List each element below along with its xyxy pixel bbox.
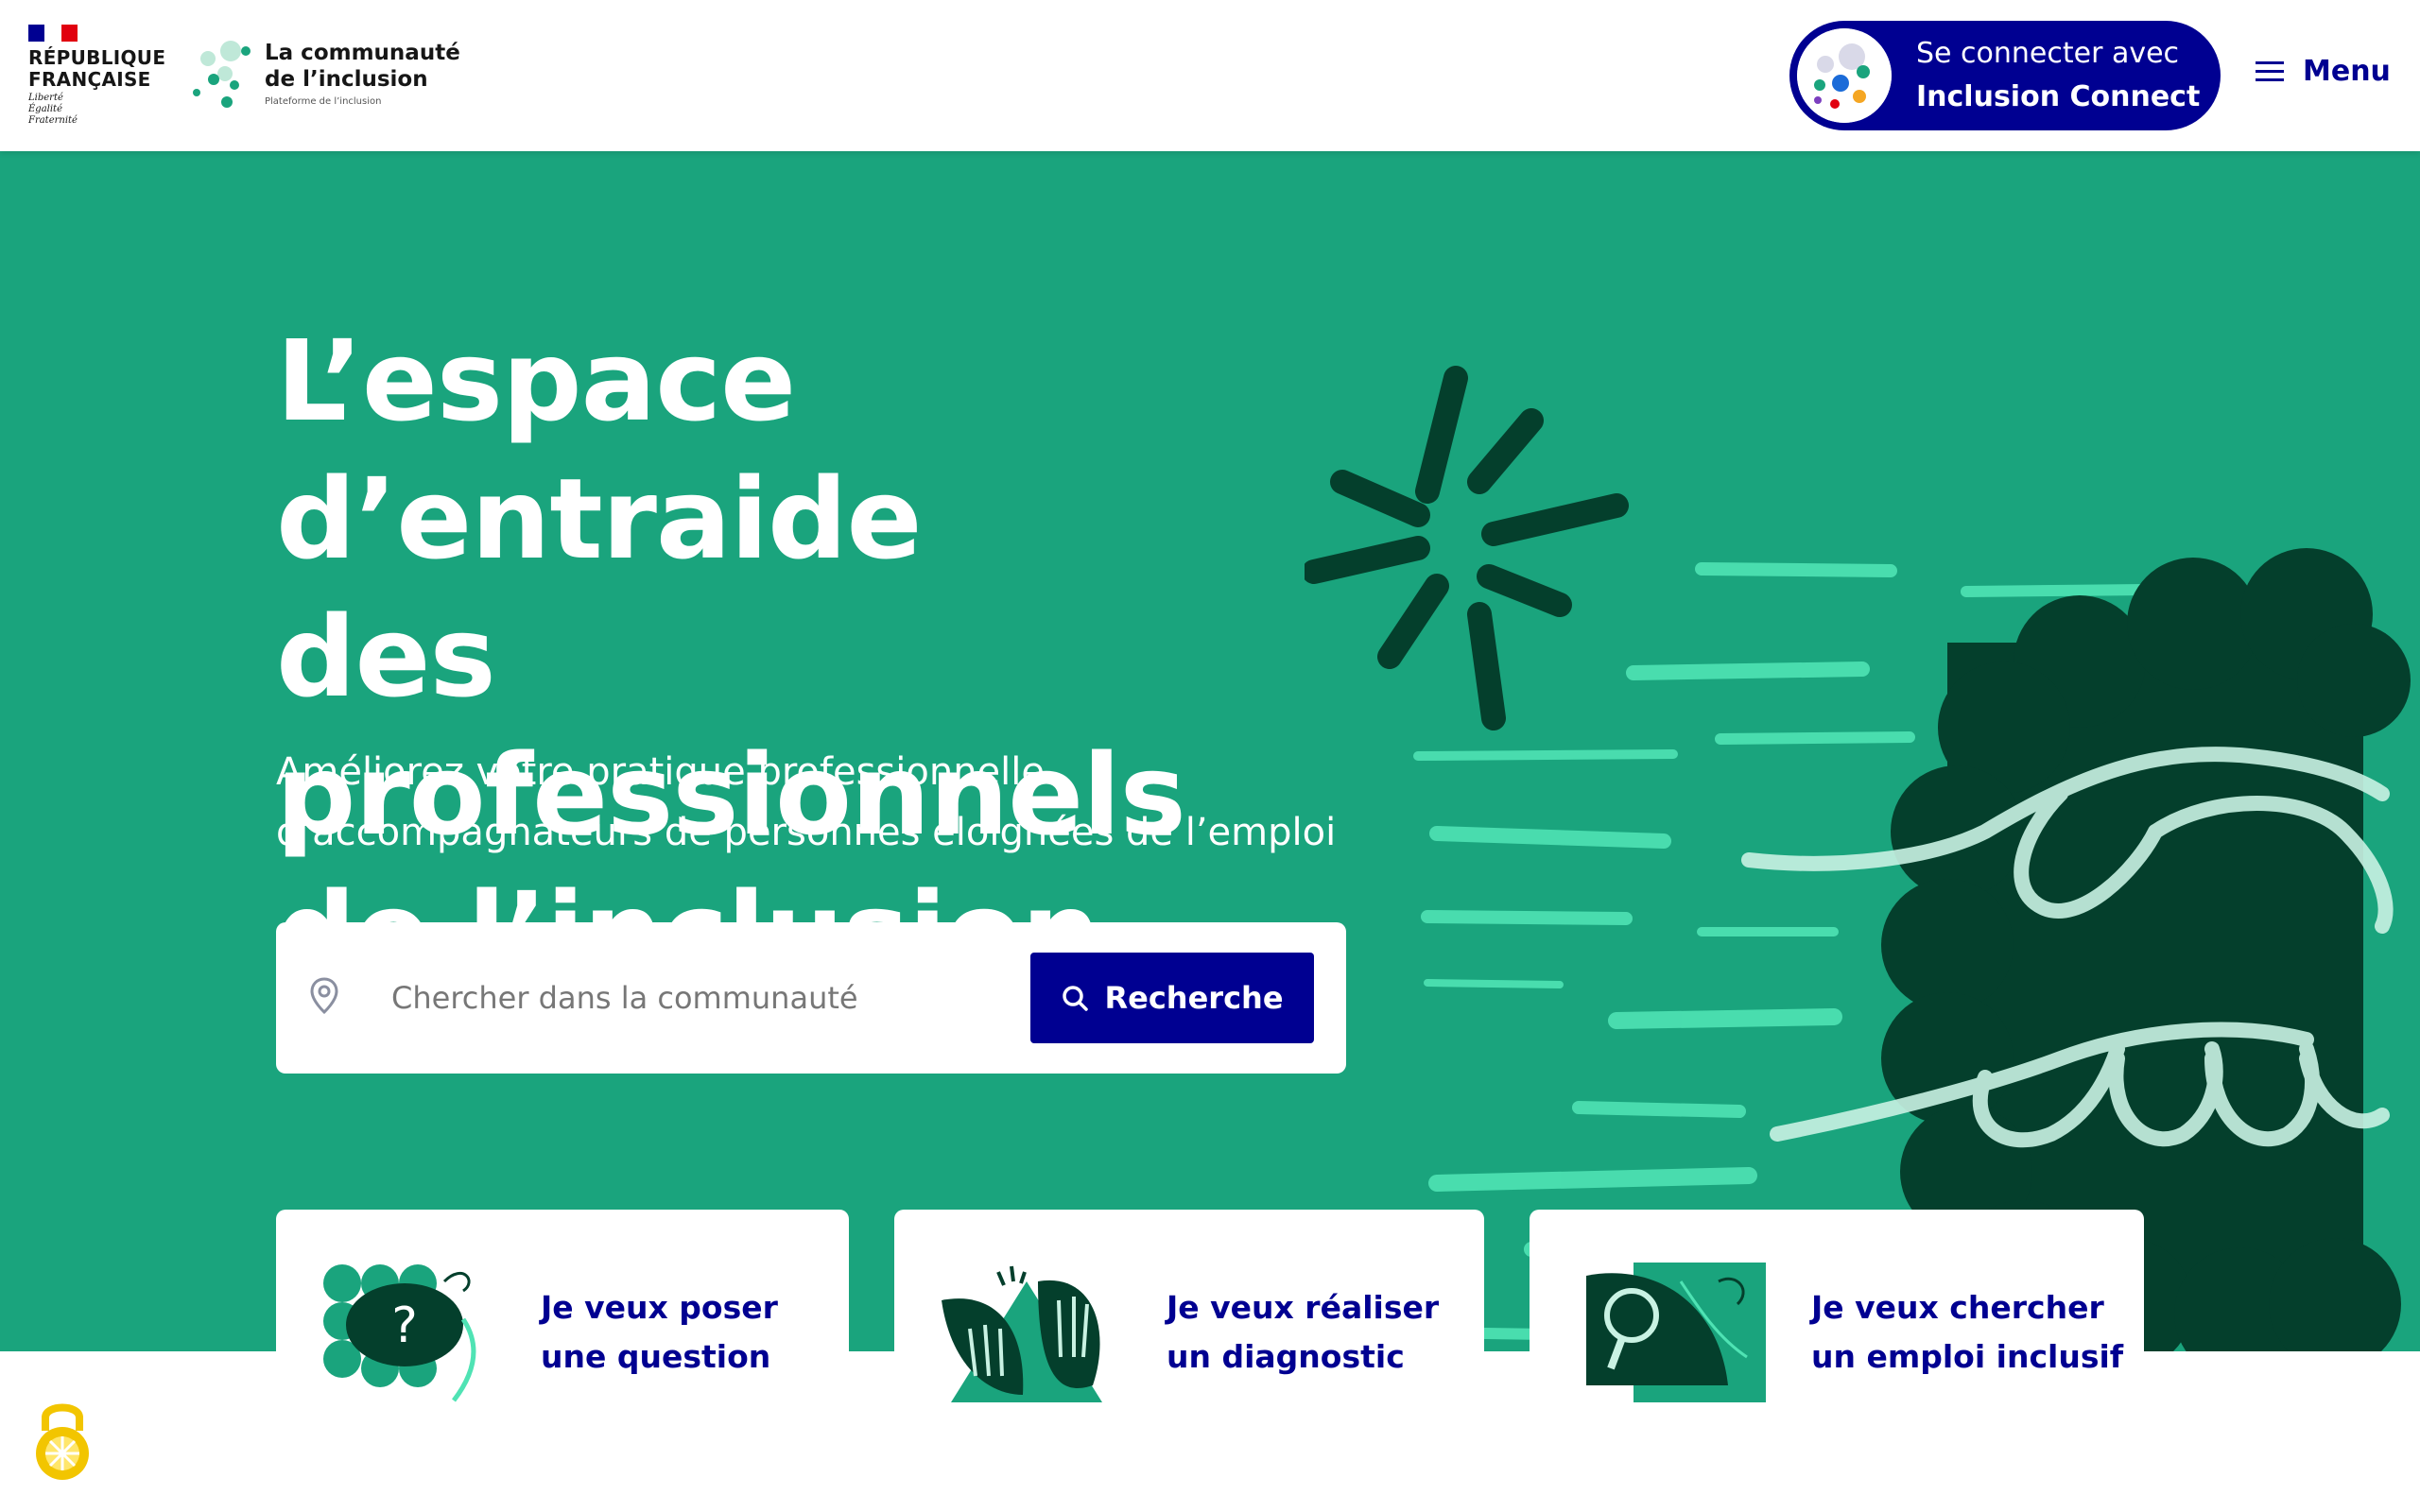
hero-subtitle-line1: Améliorez votre pratique professionnelle: [276, 750, 1045, 794]
card-ask-question[interactable]: ? Je veux poser une question: [276, 1210, 849, 1512]
card-diagnostic-line1: Je veux réaliser: [1167, 1289, 1440, 1326]
card-ask-question-line1: Je veux poser: [541, 1289, 778, 1326]
search-button-label: Recherche: [1104, 980, 1284, 1016]
brand-name-line1: La communauté: [265, 41, 460, 65]
hero-section: L’espace d’entraide des professionnels d…: [0, 151, 2420, 1351]
hamburger-menu-icon: [2256, 60, 2284, 84]
marianne-flag-icon: [28, 25, 78, 42]
connect-label-line1: Se connecter avec: [1916, 37, 2180, 70]
site-header: RÉPUBLIQUE FRANÇAISE Liberté Égalité Fra…: [0, 0, 2420, 151]
brand-name-line2: de l’inclusion: [265, 67, 428, 92]
motto-egalite: Égalité: [28, 104, 62, 114]
republique-line1: RÉPUBLIQUE: [28, 46, 166, 69]
brand-tagline: Plateforme de l’inclusion: [265, 96, 382, 107]
card-diagnostic[interactable]: Je veux réaliser un diagnostic: [894, 1210, 1484, 1512]
question-bubble-icon: ?: [323, 1264, 476, 1402]
location-pin-icon: [310, 977, 338, 1015]
card-job-search-line1: Je veux chercher: [1811, 1289, 2104, 1326]
search-button[interactable]: Recherche: [1030, 953, 1314, 1043]
hero-subtitle-line2: d’accompagnateurs de personnes éloignées…: [276, 811, 1337, 854]
card-ask-question-label: Je veux poser une question: [541, 1283, 778, 1382]
motto-liberte: Liberté: [28, 93, 63, 103]
magnifier-job-icon: [1586, 1263, 1766, 1402]
hands-diagnostic-icon: [942, 1265, 1102, 1402]
search-bar: Recherche: [276, 922, 1346, 1074]
menu-button[interactable]: Menu: [2256, 55, 2391, 88]
card-job-search-label: Je veux chercher un emploi inclusif: [1811, 1283, 2123, 1382]
accessibility-lock-icon[interactable]: [32, 1397, 93, 1482]
search-icon: [1063, 986, 1089, 1011]
handshake-illustration: [1305, 366, 2411, 1351]
brand-logo[interactable]: La communauté de l’inclusion Plateforme …: [189, 40, 460, 112]
card-ask-question-line2: une question: [541, 1338, 771, 1375]
card-diagnostic-label: Je veux réaliser un diagnostic: [1167, 1283, 1439, 1382]
republique-francaise-logo[interactable]: RÉPUBLIQUE FRANÇAISE Liberté Égalité Fra…: [28, 25, 166, 127]
hero-title-line1: L’espace d’entraide: [276, 316, 923, 584]
brand-dots-icon: [193, 41, 251, 108]
republique-motto: Liberté Égalité Fraternité: [28, 93, 151, 127]
svg-text:?: ?: [391, 1297, 418, 1354]
hero-title: L’espace d’entraide des professionnels d…: [276, 312, 1363, 1002]
card-job-search[interactable]: Je veux chercher un emploi inclusif: [1530, 1210, 2144, 1512]
menu-label: Menu: [2303, 55, 2391, 88]
card-diagnostic-line2: un diagnostic: [1167, 1338, 1405, 1375]
republique-line2: FRANÇAISE: [28, 68, 151, 91]
motto-fraternite: Fraternité: [28, 115, 78, 126]
connect-label-line2: Inclusion Connect: [1916, 80, 2201, 113]
hero-subtitle: Améliorez votre pratique professionnelle…: [276, 742, 1410, 863]
card-job-search-line2: un emploi inclusif: [1811, 1338, 2124, 1375]
republique-name: RÉPUBLIQUE FRANÇAISE: [28, 46, 166, 91]
inclusion-connect-button[interactable]: Se connecter avec Inclusion Connect: [1789, 21, 2221, 130]
inclusion-connect-icon: [1797, 28, 1892, 123]
